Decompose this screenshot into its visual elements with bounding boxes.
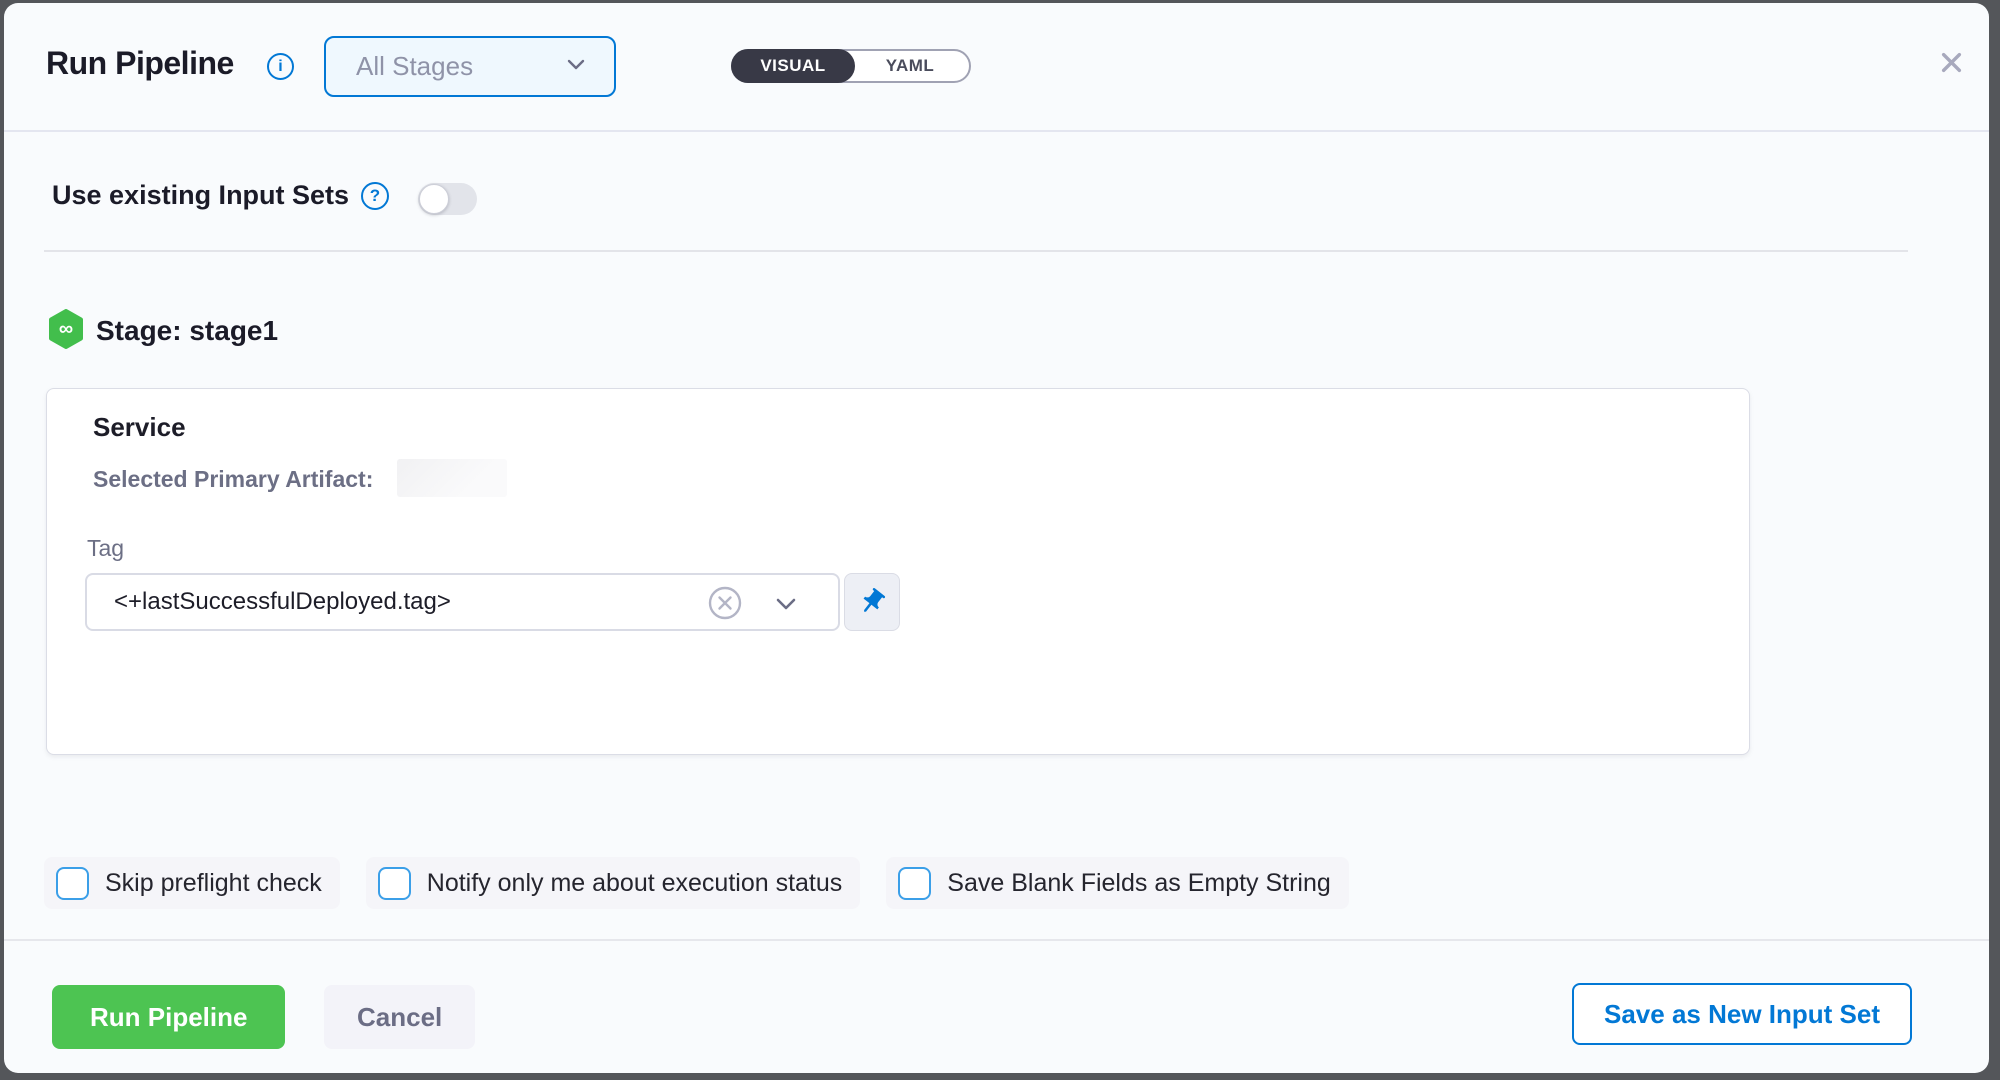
- notify-only-me-checkbox-group[interactable]: Notify only me about execution status: [366, 857, 861, 909]
- checkbox[interactable]: [378, 867, 411, 900]
- save-blank-fields-checkbox-group[interactable]: Save Blank Fields as Empty String: [886, 857, 1349, 909]
- service-card: Service Selected Primary Artifact: Tag: [46, 388, 1750, 755]
- run-pipeline-modal: Run Pipeline i All Stages VISUAL YAML Us…: [4, 3, 1989, 1073]
- skip-preflight-checkbox-group[interactable]: Skip preflight check: [44, 857, 340, 909]
- input-sets-toggle[interactable]: [418, 183, 477, 215]
- chevron-down-icon: [564, 52, 588, 81]
- pushpin-icon[interactable]: [844, 573, 900, 631]
- header-divider: [4, 130, 1989, 132]
- svg-text:∞: ∞: [59, 318, 73, 340]
- page-title: Run Pipeline: [46, 45, 234, 82]
- stage-selector-dropdown[interactable]: All Stages: [324, 36, 616, 97]
- checkbox-label: Skip preflight check: [105, 869, 322, 898]
- chevron-down-icon[interactable]: [774, 594, 798, 619]
- info-icon[interactable]: i: [267, 53, 294, 80]
- footer-divider: [4, 939, 1989, 941]
- checkbox-label: Save Blank Fields as Empty String: [947, 869, 1331, 898]
- save-as-new-input-set-button[interactable]: Save as New Input Set: [1572, 983, 1912, 1045]
- cd-stage-hexagon-icon: ∞: [48, 309, 84, 349]
- help-circle-icon[interactable]: ?: [361, 182, 389, 210]
- use-existing-input-sets-label: Use existing Input Sets: [52, 180, 349, 211]
- cancel-button[interactable]: Cancel: [324, 985, 475, 1049]
- tag-field-label: Tag: [87, 535, 124, 562]
- close-icon[interactable]: [1932, 43, 1970, 81]
- toggle-knob: [419, 184, 449, 214]
- checkbox[interactable]: [56, 867, 89, 900]
- visual-yaml-toggle: VISUAL YAML: [731, 49, 971, 83]
- run-pipeline-button[interactable]: Run Pipeline: [52, 985, 285, 1049]
- tag-input-wrap: [85, 573, 840, 631]
- section-divider: [44, 250, 1908, 252]
- stage-selector-value: All Stages: [356, 51, 564, 82]
- tab-yaml[interactable]: YAML: [851, 51, 969, 81]
- checkbox[interactable]: [898, 867, 931, 900]
- stage-heading: Stage: stage1: [96, 315, 278, 347]
- service-card-title: Service: [93, 412, 186, 443]
- checkbox-label: Notify only me about execution status: [427, 869, 843, 898]
- circle-x-clear-icon[interactable]: [708, 586, 742, 625]
- tab-visual[interactable]: VISUAL: [731, 49, 855, 83]
- selected-artifact-label: Selected Primary Artifact:: [93, 466, 373, 493]
- selected-artifact-value-redacted: [397, 459, 507, 497]
- run-options-row: Skip preflight check Notify only me abou…: [44, 857, 1349, 909]
